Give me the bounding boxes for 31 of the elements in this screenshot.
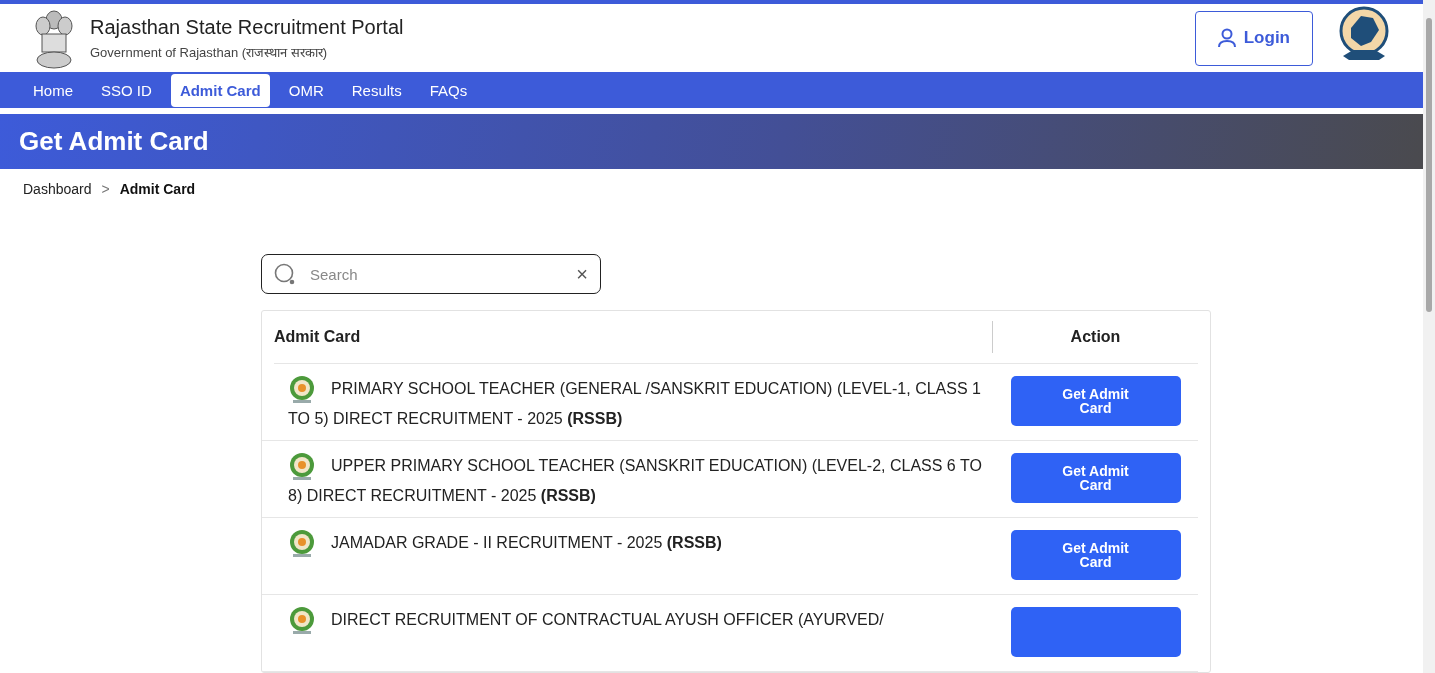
page-title: Get Admit Card: [19, 126, 209, 158]
table-cell: UPPER PRIMARY SCHOOL TEACHER (SANSKRIT EDUCATION) (LEVEL-2, CLASS 6 TO 8) DIRECT RECRUITMENT - 2025 (RSSB): [288, 441, 993, 517]
nav-tab[interactable]: SSO ID: [92, 73, 161, 107]
breadcrumb-separator: >: [101, 181, 110, 197]
get-admit-card-button[interactable]: Get Admit Card: [1010, 376, 1181, 426]
wreath-emblem-icon: [288, 529, 316, 559]
site-title: Rajasthan State Recruitment Portal: [90, 15, 405, 39]
breadcrumb-link[interactable]: Dashboard: [23, 181, 92, 197]
wreath-emblem-icon: [288, 606, 316, 636]
wreath-emblem-icon: [288, 452, 316, 482]
table-cell: JAMADAR GRADE - II RECRUITMENT - 2025 (RSSB): [288, 518, 993, 594]
get-admit-card-button[interactable]: Get Admit Card: [1010, 453, 1181, 503]
scrollbar[interactable]: [1423, 0, 1435, 673]
table-cell: PRIMARY SCHOOL TEACHER (GENERAL /SANSKRIT EDUCATION) (LEVEL-1, CLASS 1 TO 5) DIRECT RECRUITMENT - 2025 (RSSB): [288, 364, 993, 440]
clear-button[interactable]: ×: [576, 262, 588, 286]
table-cell: DIRECT RECRUITMENT OF CONTRACTUAL AYUSH OFFICER (AYURVED/: [288, 595, 993, 671]
nav-tab[interactable]: Home: [24, 73, 82, 107]
get-admit-card-button[interactable]: Get Admit Card: [1010, 530, 1181, 580]
login-button[interactable]: Login: [1194, 10, 1313, 66]
site-subtitle: Government of Rajasthan (राजस्थान सरकार): [90, 43, 329, 61]
breadcrumb-link[interactable]: Admit Card: [119, 181, 196, 197]
wreath-emblem-icon: [288, 375, 316, 405]
column-header: Action: [1069, 328, 1122, 346]
nav-tab[interactable]: FAQs: [420, 73, 477, 107]
column-header: Admit Card: [274, 321, 993, 353]
nav-tab[interactable]: Admit Card: [170, 73, 270, 107]
nav-tab[interactable]: Results: [342, 73, 411, 107]
search-field[interactable]: Search ×: [261, 254, 601, 294]
search-icon: [274, 263, 296, 285]
user-icon: [1217, 28, 1236, 49]
nav-tab[interactable]: OMR: [279, 73, 333, 107]
